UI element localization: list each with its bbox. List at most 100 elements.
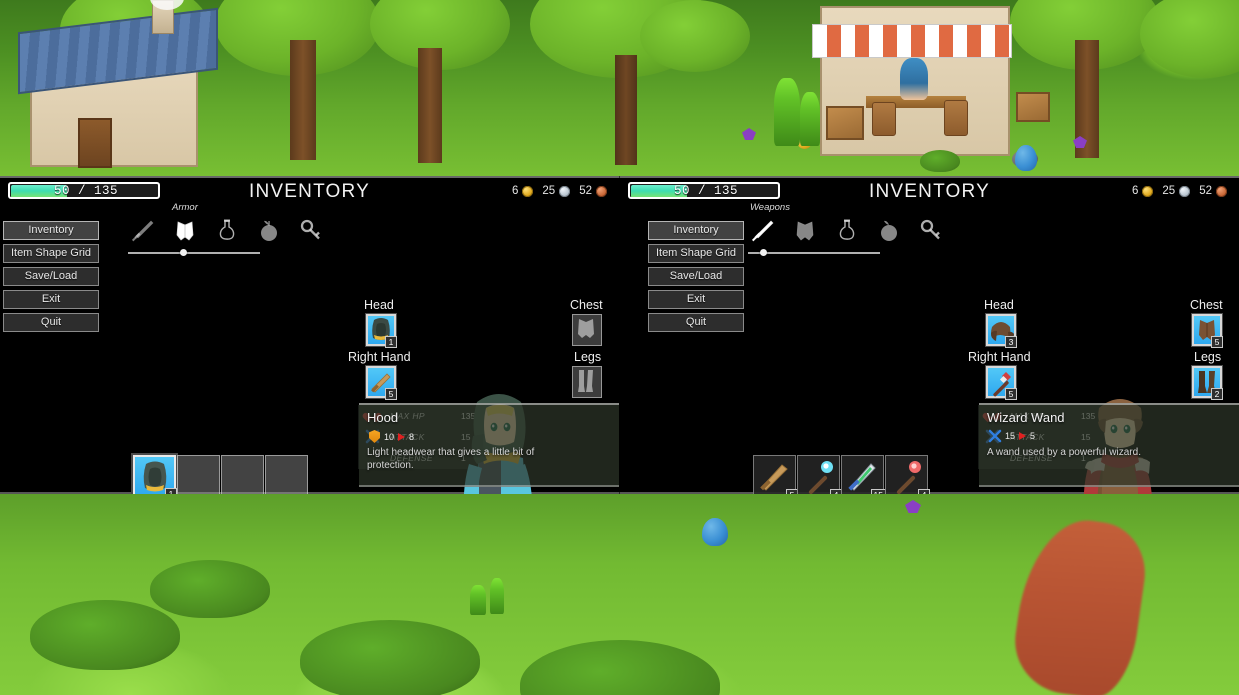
player-1-item-description: Hood 10 8 Light headwear that gives a li… — [359, 403, 619, 487]
player-1-desc-title: Hood — [367, 410, 399, 425]
currency-bronze-value: 52 — [579, 185, 592, 197]
inventory-slot-ice-wand[interactable]: 4 — [797, 455, 842, 494]
currency-gold: 6 — [1132, 185, 1154, 197]
bronze-coin-icon — [1216, 185, 1227, 197]
crate — [1016, 92, 1050, 122]
currency-silver-value: 25 — [542, 185, 556, 197]
inventory-slot-wooden-sword[interactable]: 5 — [753, 455, 798, 494]
player-2-legs-label: Legs — [1194, 350, 1222, 364]
player-2-desc-stat-to: 5 — [1030, 431, 1036, 441]
arrow-right-icon — [398, 432, 406, 441]
menu-item-save-load[interactable]: Save/Load — [3, 267, 99, 286]
slime-enemy — [1015, 145, 1037, 171]
inventory-slot-hood[interactable]: 1 — [131, 453, 178, 494]
player-2-head-slot[interactable]: 3 — [985, 313, 1017, 348]
player-2-right-hand-slot[interactable]: 5 — [985, 365, 1017, 400]
menu-item-item-shape-grid[interactable]: Item Shape Grid — [3, 244, 99, 263]
game-screen: 50 / 135 INVENTORY 6 25 52 Inventory Ite… — [0, 0, 1239, 695]
category-food-icon[interactable] — [874, 216, 904, 246]
currency-silver: 25 — [542, 185, 571, 197]
merchant-npc — [900, 58, 928, 100]
bush — [150, 560, 270, 618]
house-door — [78, 118, 112, 168]
category-potion-icon[interactable] — [832, 216, 862, 246]
player-2-desc-title: Wizard Wand — [987, 410, 1065, 425]
player-1-legs-label: Legs — [574, 350, 602, 364]
player-1-category-label: Armor — [172, 202, 198, 213]
currency-bronze: 52 — [579, 185, 607, 197]
player-2-desc-stat-from: 15 — [1005, 431, 1016, 441]
menu-item-item-shape-grid[interactable]: Item Shape Grid — [648, 244, 744, 263]
inventory-slot-empty[interactable] — [177, 455, 220, 494]
category-sword-icon[interactable] — [748, 216, 778, 246]
menu-item-inventory[interactable]: Inventory — [648, 221, 744, 240]
player-2-category-underline — [748, 252, 880, 254]
player-1-head-label: Head — [364, 298, 394, 312]
currency-bronze: 52 — [1199, 185, 1227, 197]
silver-coin-icon — [1179, 185, 1191, 197]
silver-coin-icon — [559, 185, 571, 197]
player-1-inventory-grid: 1 — [131, 453, 308, 494]
player-1-menu: Inventory Item Shape Grid Save/Load Exit… — [3, 221, 99, 336]
inventory-slot-fire-wand[interactable]: 4 — [885, 455, 930, 494]
player-2-inventory-panel: 50 / 135 INVENTORY 6 25 52 Inventory Ite… — [620, 176, 1239, 494]
barrel — [872, 102, 896, 136]
player-2-legs-slot[interactable]: 2 — [1191, 365, 1223, 400]
player-1-category-indicator — [180, 249, 187, 256]
player-1-desc-stat-from: 10 — [384, 431, 395, 442]
arrow-right-icon — [1019, 432, 1027, 440]
player-1-currency-row: 6 25 52 — [512, 185, 607, 197]
player-2-item-description: Wizard Wand 15 5 A wand used by a powerf… — [979, 403, 1239, 487]
bush — [920, 150, 960, 172]
currency-gold: 6 — [512, 185, 534, 197]
player-2-head-label: Head — [984, 298, 1014, 312]
tree-trunk — [418, 48, 442, 163]
player-2-header: 50 / 135 INVENTORY 6 25 52 — [620, 176, 1239, 215]
inventory-slot-emerald-sword[interactable]: 15 — [841, 455, 886, 494]
player-2-chest-slot[interactable]: 5 — [1191, 313, 1223, 348]
player-2-desc-text: A wand used by a powerful wizard. — [987, 447, 1141, 458]
player-1-header: 50 / 135 INVENTORY 6 25 52 — [0, 176, 619, 215]
player-2-menu: Inventory Item Shape Grid Save/Load Exit… — [648, 221, 744, 336]
menu-item-exit[interactable]: Exit — [3, 290, 99, 309]
player-1-inventory-panel: 50 / 135 INVENTORY 6 25 52 Inventory Ite… — [0, 176, 619, 494]
player-2-category-indicator — [760, 249, 767, 256]
currency-gold-value: 6 — [512, 185, 519, 197]
bronze-coin-icon — [596, 185, 607, 197]
player-1-chest-slot[interactable] — [572, 314, 602, 346]
category-potion-icon[interactable] — [212, 216, 242, 246]
inventory-ui-band: 50 / 135 INVENTORY 6 25 52 Inventory Ite… — [0, 176, 1239, 494]
gold-coin-icon — [522, 185, 534, 197]
player-1-right-hand-slot[interactable]: 5 — [365, 365, 397, 400]
category-sword-icon[interactable] — [128, 216, 158, 246]
category-food-icon[interactable] — [254, 216, 284, 246]
category-armor-icon[interactable] — [170, 216, 200, 246]
tree-trunk — [615, 55, 637, 165]
inventory-slot-empty[interactable] — [221, 455, 264, 494]
player-2-chest-label: Chest — [1190, 298, 1223, 312]
category-key-icon[interactable] — [916, 216, 946, 246]
category-armor-icon[interactable] — [790, 216, 820, 246]
stall-awning — [812, 24, 1012, 58]
player-2-legs-qty: 2 — [1211, 388, 1223, 400]
inventory-slot-empty[interactable] — [265, 455, 308, 494]
menu-item-save-load[interactable]: Save/Load — [648, 267, 744, 286]
player-1-right-hand-label: Right Hand — [348, 350, 411, 364]
player-1-legs-slot[interactable] — [572, 366, 602, 398]
currency-bronze-value: 52 — [1199, 185, 1212, 197]
player-1-head-slot[interactable]: 1 — [365, 313, 397, 348]
grass-tuft — [800, 92, 820, 146]
currency-silver-value: 25 — [1162, 185, 1176, 197]
bush — [30, 600, 180, 670]
slime-enemy — [702, 518, 728, 546]
menu-item-quit[interactable]: Quit — [648, 313, 744, 332]
menu-item-exit[interactable]: Exit — [648, 290, 744, 309]
barrel — [944, 100, 968, 136]
menu-item-quit[interactable]: Quit — [3, 313, 99, 332]
grass-tuft — [470, 585, 486, 615]
menu-item-inventory[interactable]: Inventory — [3, 221, 99, 240]
grass-tuft — [774, 78, 800, 146]
player-1-desc-stats: 10 8 — [369, 430, 414, 443]
player-1-desc-text: Light headwear that gives a little bit o… — [367, 447, 535, 471]
category-key-icon[interactable] — [296, 216, 326, 246]
